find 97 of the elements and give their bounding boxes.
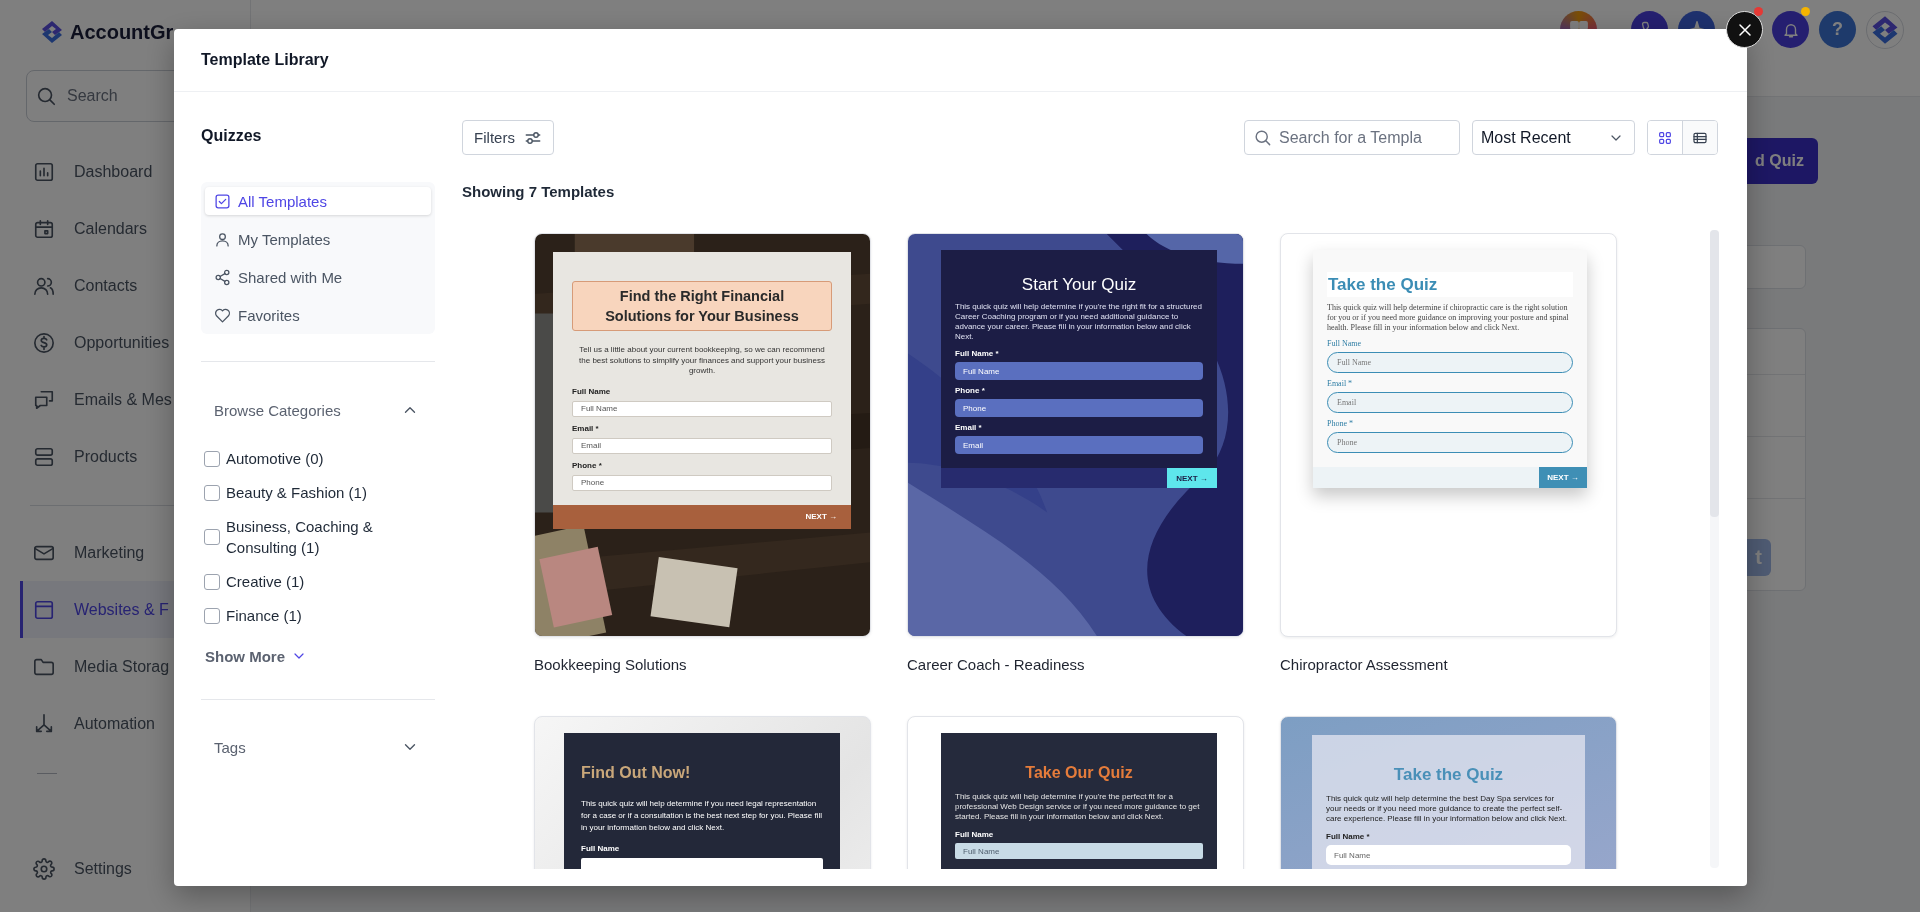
tags-heading: Tags: [214, 738, 246, 756]
stack-icon: [33, 445, 55, 468]
filter-tab[interactable]: All Templates: [205, 187, 431, 215]
browser-icon: [33, 598, 55, 621]
show-more-link[interactable]: Show More: [201, 646, 307, 666]
input-field: Email: [955, 436, 1203, 454]
preview-description: This quick quiz will help determine if you're the right fit for a structured Career Coaching program or if you need additional guidance to advance your career. Please fill in your information below and click Next.: [955, 302, 1203, 342]
preview-title: Take the Quiz: [1392, 764, 1505, 786]
sidebar-label: Settings: [74, 859, 132, 878]
field-label: Full Name: [955, 830, 995, 840]
input-field: Phone: [955, 399, 1203, 417]
preview-description: This quick quiz will help determine if you need legal representation for a case or if a consultation is the best next step for you. Please fill in your information below and click Next.: [581, 798, 823, 834]
sidebar-label: Dashboard: [74, 162, 153, 181]
field-label: Full Name *: [955, 349, 1000, 359]
input-field: Full Name: [955, 362, 1203, 380]
chart-icon: [33, 160, 55, 183]
filter-tab[interactable]: Favorites: [205, 301, 431, 329]
settings-icon: [33, 857, 55, 880]
help-button[interactable]: ?: [1819, 11, 1856, 48]
categories-heading: Browse Categories: [214, 401, 341, 419]
preview-description: Tell us a little about your current bookkeeping, so we can recommend the best solutions to simplify your finances and support your business growth.: [578, 345, 826, 377]
tags-header[interactable]: Tags: [201, 727, 435, 767]
sidebar-label: Contacts: [74, 276, 138, 295]
checkbox-icon: [214, 192, 231, 210]
field-label: Email *: [1327, 379, 1354, 389]
input-field: Full Name: [1327, 352, 1573, 373]
filter-tab[interactable]: Shared with Me: [205, 263, 431, 291]
field-label: Full Name: [581, 844, 621, 854]
next-label: NEXT →: [805, 511, 837, 523]
user-icon: [214, 230, 231, 248]
brand-name: AccountGr: [70, 20, 174, 44]
sidebar-label: Emails & Mes: [74, 390, 172, 409]
next-button[interactable]: NEXT →: [1539, 467, 1587, 488]
list-view-button[interactable]: [1682, 121, 1717, 154]
chat-icon: [33, 388, 55, 411]
checkbox[interactable]: [204, 484, 220, 501]
filter-tab[interactable]: My Templates: [205, 225, 431, 253]
calendar-icon: [33, 217, 55, 240]
field-label: Full Name: [572, 386, 612, 397]
preview-description: This quick quiz will help determine if you're the perfect fit for a professional Web Design service or if you need more guidance to get started. Please fill in your information below and click Next.: [955, 792, 1201, 822]
search-icon: [35, 85, 57, 107]
search-field[interactable]: Search for a Templa: [1244, 120, 1460, 155]
sidebar-label: Opportunities: [74, 333, 170, 352]
template-name[interactable]: Chiropractor Assessment: [1280, 655, 1617, 675]
filters-button[interactable]: Filters: [462, 120, 554, 155]
categories-header[interactable]: Browse Categories: [201, 390, 435, 430]
field-label: Full Name: [1327, 339, 1362, 349]
sidebar-label: Marketing: [74, 543, 145, 562]
checkbox[interactable]: [204, 450, 220, 467]
scrollbar[interactable]: [1710, 230, 1719, 868]
preview-description: This quick quiz will help determine if chiropractic care is the right solution for you or if you need more guidance on improving your posture and spinal health. Please fill in your information below and click Next.: [1327, 303, 1570, 333]
branch-icon: [33, 712, 55, 735]
field-label: Phone *: [1327, 419, 1354, 429]
preview-title: Start Your Quiz: [1020, 274, 1138, 296]
input-field: Full Name: [955, 843, 1203, 859]
heart-icon: [214, 306, 231, 324]
input-field: Full Name: [572, 400, 832, 417]
sidebar-label: Automation: [74, 714, 155, 733]
next-button[interactable]: NEXT →: [1167, 468, 1217, 488]
preview-description: This quick quiz will help determine the best Day Spa services for your needs or if you need more guidance to create the perfect self-care experience. Please fill in your information below and click Next.: [1326, 794, 1568, 824]
checkbox[interactable]: [204, 573, 220, 590]
notifications-button[interactable]: [1772, 11, 1809, 48]
sidebar-label: Products: [74, 447, 138, 466]
share-icon: [214, 268, 231, 286]
field-label: Phone *: [955, 386, 986, 396]
preview-title: Find the Right Financial Solutions for Your Business: [572, 281, 832, 331]
dialog-title: Template Library: [201, 51, 329, 69]
category-label: Beauty & Fashion (1): [226, 483, 367, 503]
field-label: Full Name *: [1326, 832, 1371, 842]
grid-icon: [1657, 129, 1673, 146]
sidebar-label: Calendars: [74, 219, 147, 238]
dollar-icon: [33, 331, 55, 354]
template-name[interactable]: Career Coach - Readiness: [907, 655, 1244, 675]
section-title: Quizzes: [201, 126, 263, 146]
input-field: Phone: [572, 474, 832, 491]
input-field: Phone: [1327, 432, 1573, 453]
category-label: Automotive (0): [226, 449, 324, 469]
result-count: Showing 7 Templates: [462, 182, 616, 202]
checkbox[interactable]: [204, 607, 220, 624]
sidebar-label: Media Storag: [74, 657, 170, 676]
logo-icon: [1866, 11, 1904, 49]
field-label: Email *: [572, 423, 600, 434]
input-field: Full Name: [1326, 845, 1571, 865]
preview-title: Take the Quiz: [1327, 272, 1573, 297]
checkbox[interactable]: [204, 529, 220, 545]
field-label: Email *: [955, 423, 983, 433]
preview-title: Take Our Quiz: [1024, 763, 1134, 783]
sort-dropdown[interactable]: Most Recent: [1472, 120, 1635, 155]
field-label: Phone *: [572, 460, 603, 471]
category-label: Business, Coaching & Consulting (1): [226, 517, 374, 558]
search-icon: [1253, 128, 1272, 147]
sidebar-label: Websites & F: [74, 600, 169, 619]
input-field: Email: [1327, 392, 1573, 413]
template-name[interactable]: Bookkeeping Solutions: [534, 655, 871, 675]
logo-icon: [40, 20, 64, 44]
preview-title: Find Out Now!: [581, 763, 692, 783]
input-field: Email: [572, 437, 832, 454]
